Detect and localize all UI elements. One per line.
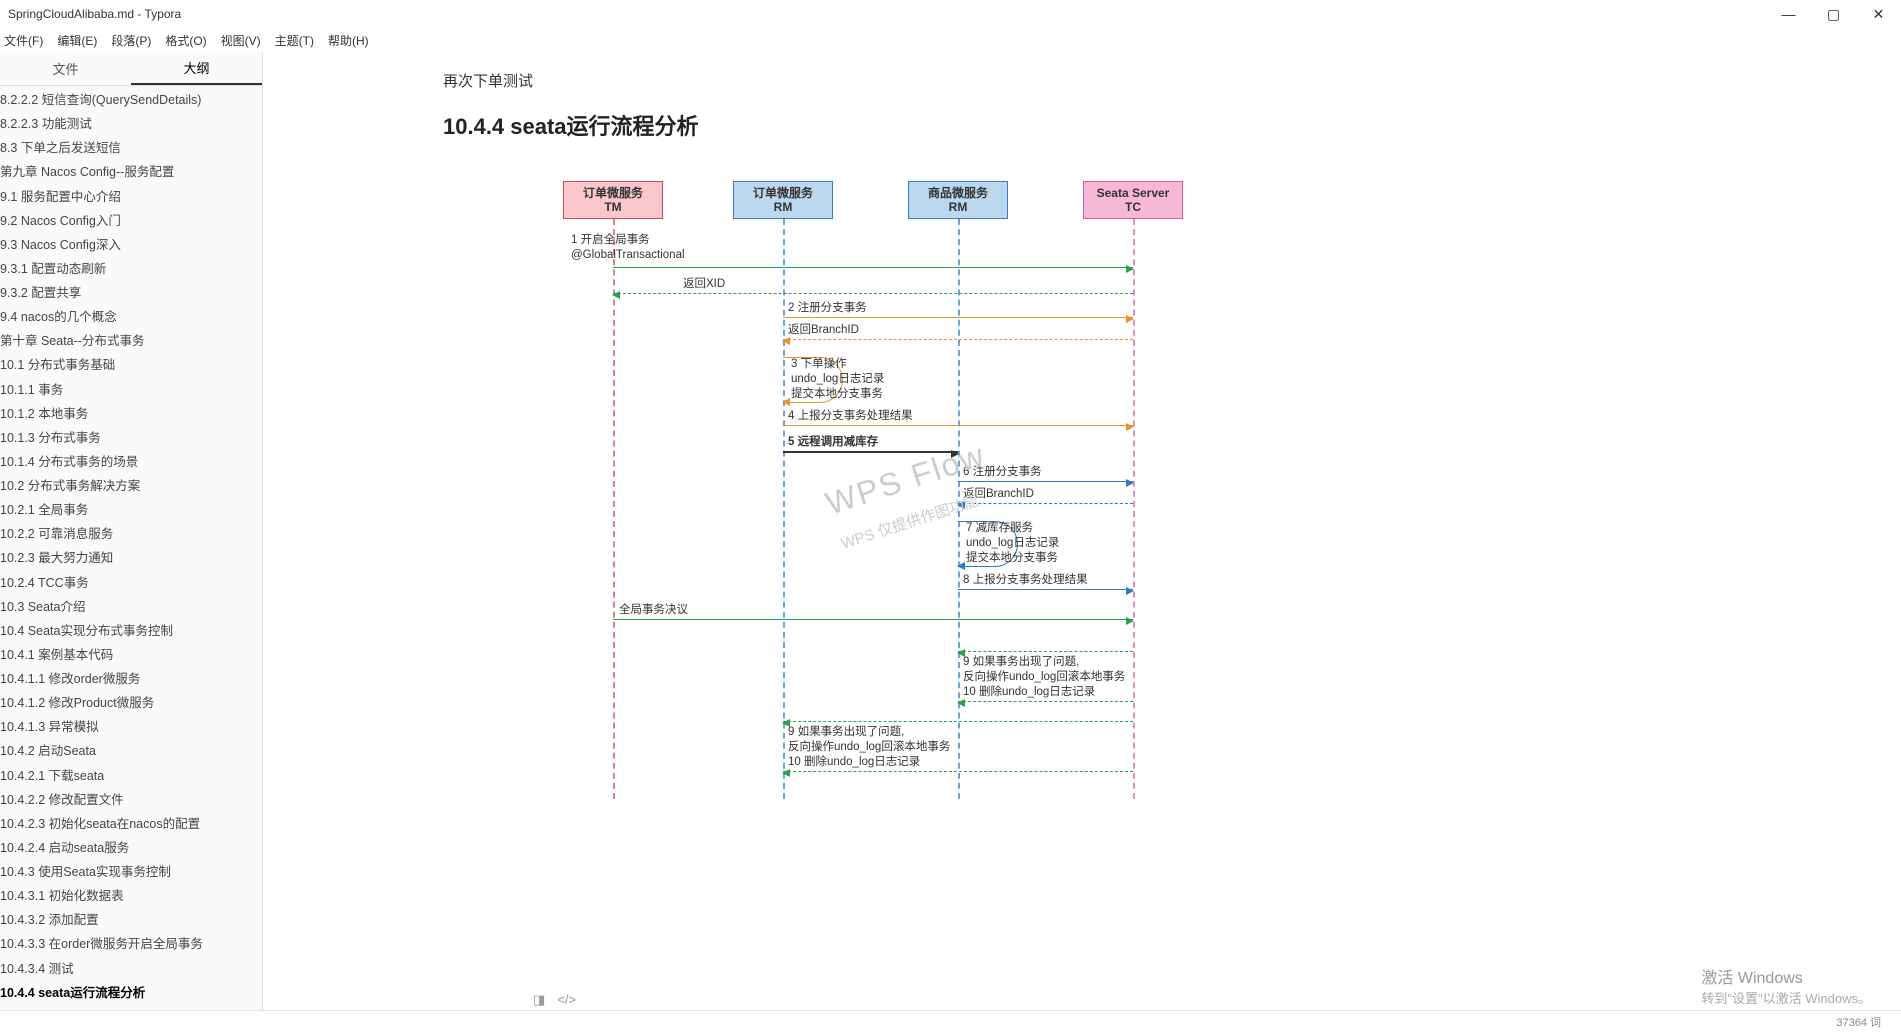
outline-item[interactable]: 10.4.3.3 在order微服务开启全局事务 <box>0 932 262 956</box>
msg-10: 7 减库存服务 undo_log日志记录 提交本地分支事务 <box>966 521 1059 566</box>
outline-item[interactable]: 10.4.3.2 添加配置 <box>0 908 262 932</box>
outline-item[interactable]: 10.2.4 TCC事务 <box>0 571 262 595</box>
arrow-7 <box>783 451 958 453</box>
outline-item[interactable]: 10.1.3 分布式事务 <box>0 426 262 450</box>
outline-item[interactable]: 10.4.1.2 修改Product微服务 <box>0 691 262 715</box>
outline-item[interactable]: 10.3 Seata介绍 <box>0 595 262 619</box>
outline-item[interactable]: 8.3 下单之后发送短信 <box>0 136 262 160</box>
outline-item[interactable]: 10.4.2.2 修改配置文件 <box>0 788 262 812</box>
outline-item[interactable]: 10.1.2 本地事务 <box>0 402 262 426</box>
word-count[interactable]: 37364 词 <box>1836 1014 1881 1030</box>
editor-content[interactable]: 再次下单测试 10.4.4 seata运行流程分析 订单微服务TM 订单微服务R… <box>263 52 1901 1010</box>
outline-item[interactable]: 9.3.2 配置共享 <box>0 281 262 305</box>
outline-item[interactable]: 10.4.2.1 下载seata <box>0 764 262 788</box>
arrow-2 <box>613 293 1133 295</box>
tab-outline[interactable]: 大纲 <box>131 52 262 85</box>
outline-item[interactable]: 8.2.2.3 功能测试 <box>0 112 262 136</box>
sidebar-toggle-icon[interactable]: ◨ <box>533 992 545 1008</box>
outline-item[interactable]: 10.2.1 全局事务 <box>0 498 262 522</box>
outline-item[interactable]: 10.4 Seata实现分布式事务控制 <box>0 619 262 643</box>
outline-item[interactable]: 10.2 分布式事务解决方案 <box>0 474 262 498</box>
paragraph: 再次下单测试 <box>443 70 1543 91</box>
msg-7: 5 远程调用减库存 <box>788 435 878 450</box>
msg-3: 2 注册分支事务 <box>788 301 867 316</box>
actor-tm: 订单微服务TM <box>563 181 663 219</box>
msg-2: 返回XID <box>683 277 725 292</box>
msg-11: 8 上报分支事务处理结果 <box>963 573 1088 588</box>
outline-item[interactable]: 10.2.3 最大努力通知 <box>0 546 262 570</box>
outline-list[interactable]: 8.2.2.2 短信查询(QuerySendDetails)8.2.2.3 功能… <box>0 86 262 1010</box>
arrow-14b <box>783 771 1133 773</box>
menu-theme[interactable]: 主题(T) <box>275 32 314 49</box>
msg-13: 9 如果事务出现了问题, 反向操作undo_log回滚本地事务10 删除undo… <box>963 655 1125 700</box>
arrow-1 <box>613 267 1133 269</box>
msg-6: 4 上报分支事务处理结果 <box>788 409 913 424</box>
arrow-4 <box>783 339 1133 341</box>
titlebar: SpringCloudAlibaba.md - Typora — ▢ ✕ <box>0 0 1901 28</box>
msg-8: 6 注册分支事务 <box>963 465 1042 480</box>
actor-product-rm: 商品微服务RM <box>908 181 1008 219</box>
outline-item[interactable]: 10.4.1.1 修改order微服务 <box>0 667 262 691</box>
outline-item[interactable]: 9.3.1 配置动态刷新 <box>0 257 262 281</box>
window-title: SpringCloudAlibaba.md - Typora <box>8 7 181 21</box>
menu-edit[interactable]: 编辑(E) <box>57 32 97 49</box>
msg-9: 返回BranchID <box>963 487 1034 502</box>
arrow-13a <box>958 651 1133 653</box>
menu-file[interactable]: 文件(F) <box>4 32 43 49</box>
arrow-13b <box>958 701 1133 703</box>
arrow-6 <box>783 425 1133 427</box>
outline-item[interactable]: 9.4 nacos的几个概念 <box>0 305 262 329</box>
outline-item[interactable]: 10.1.4 分布式事务的场景 <box>0 450 262 474</box>
outline-item[interactable]: 10.1.1 事务 <box>0 378 262 402</box>
outline-item[interactable]: 9.3 Nacos Config深入 <box>0 233 262 257</box>
outline-item[interactable]: 10.4.3 使用Seata实现事务控制 <box>0 860 262 884</box>
msg-4: 返回BranchID <box>788 323 859 338</box>
outline-item[interactable]: 10.4.1.3 异常模拟 <box>0 715 262 739</box>
bottom-toolbar: ◨ </> <box>533 992 576 1008</box>
sequence-diagram: 订单微服务TM 订单微服务RM 商品微服务RM Seata ServerTC 1… <box>563 181 1543 801</box>
msg-5: 3 下单操作 undo_log日志记录 提交本地分支事务 <box>791 357 884 402</box>
sidebar: 文件 大纲 8.2.2.2 短信查询(QuerySendDetails)8.2.… <box>0 52 263 1010</box>
outline-item[interactable]: 10.4.2.3 初始化seata在nacos的配置 <box>0 812 262 836</box>
outline-item[interactable]: 10.2.2 可靠消息服务 <box>0 522 262 546</box>
menu-view[interactable]: 视图(V) <box>221 32 261 49</box>
menu-paragraph[interactable]: 段落(P) <box>111 32 151 49</box>
msg-1: 1 开启全局事务@GlobalTransactional <box>571 233 685 263</box>
arrow-9 <box>958 503 1133 505</box>
maximize-button[interactable]: ▢ <box>1811 0 1856 28</box>
arrow-14a <box>783 721 1133 723</box>
actor-order-rm: 订单微服务RM <box>733 181 833 219</box>
outline-item[interactable]: 10.4.2 启动Seata <box>0 739 262 763</box>
arrow-11 <box>958 589 1133 591</box>
menubar: 文件(F) 编辑(E) 段落(P) 格式(O) 视图(V) 主题(T) 帮助(H… <box>0 28 1901 52</box>
outline-item[interactable]: 10.4.3.1 初始化数据表 <box>0 884 262 908</box>
window-controls: — ▢ ✕ <box>1766 0 1901 28</box>
outline-item[interactable]: 9.2 Nacos Config入门 <box>0 209 262 233</box>
menu-help[interactable]: 帮助(H) <box>328 32 369 49</box>
minimize-button[interactable]: — <box>1766 0 1811 28</box>
actor-seata-tc: Seata ServerTC <box>1083 181 1183 219</box>
outline-item[interactable]: 第十章 Seata--分布式事务 <box>0 329 262 353</box>
close-button[interactable]: ✕ <box>1856 0 1901 28</box>
arrow-12 <box>613 619 1133 621</box>
sidebar-tabs: 文件 大纲 <box>0 52 262 86</box>
outline-item[interactable]: 10.4.3.4 测试 <box>0 957 262 981</box>
statusbar: 37364 词 <box>0 1010 1901 1032</box>
msg-12: 全局事务决议 <box>619 603 688 618</box>
outline-item[interactable]: 8.2.2.2 短信查询(QuerySendDetails) <box>0 88 262 112</box>
windows-activation: 激活 Windows 转到"设置"以激活 Windows。 <box>1701 964 1871 1007</box>
tab-files[interactable]: 文件 <box>0 52 131 85</box>
code-toggle-icon[interactable]: </> <box>557 992 576 1008</box>
arrow-3 <box>783 317 1133 319</box>
outline-item[interactable]: 10.1 分布式事务基础 <box>0 353 262 377</box>
menu-format[interactable]: 格式(O) <box>165 32 206 49</box>
msg-14: 9 如果事务出现了问题, 反向操作undo_log回滚本地事务10 删除undo… <box>788 725 950 770</box>
outline-item[interactable]: 10.4.2.4 启动seata服务 <box>0 836 262 860</box>
arrow-8 <box>958 481 1133 483</box>
outline-item[interactable]: 第九章 Nacos Config--服务配置 <box>0 160 262 184</box>
outline-item[interactable]: 10.4.4 seata运行流程分析 <box>0 981 262 1005</box>
heading: 10.4.4 seata运行流程分析 <box>443 109 1543 141</box>
outline-item[interactable]: 10.4.1 案例基本代码 <box>0 643 262 667</box>
outline-item[interactable]: 9.1 服务配置中心介绍 <box>0 185 262 209</box>
